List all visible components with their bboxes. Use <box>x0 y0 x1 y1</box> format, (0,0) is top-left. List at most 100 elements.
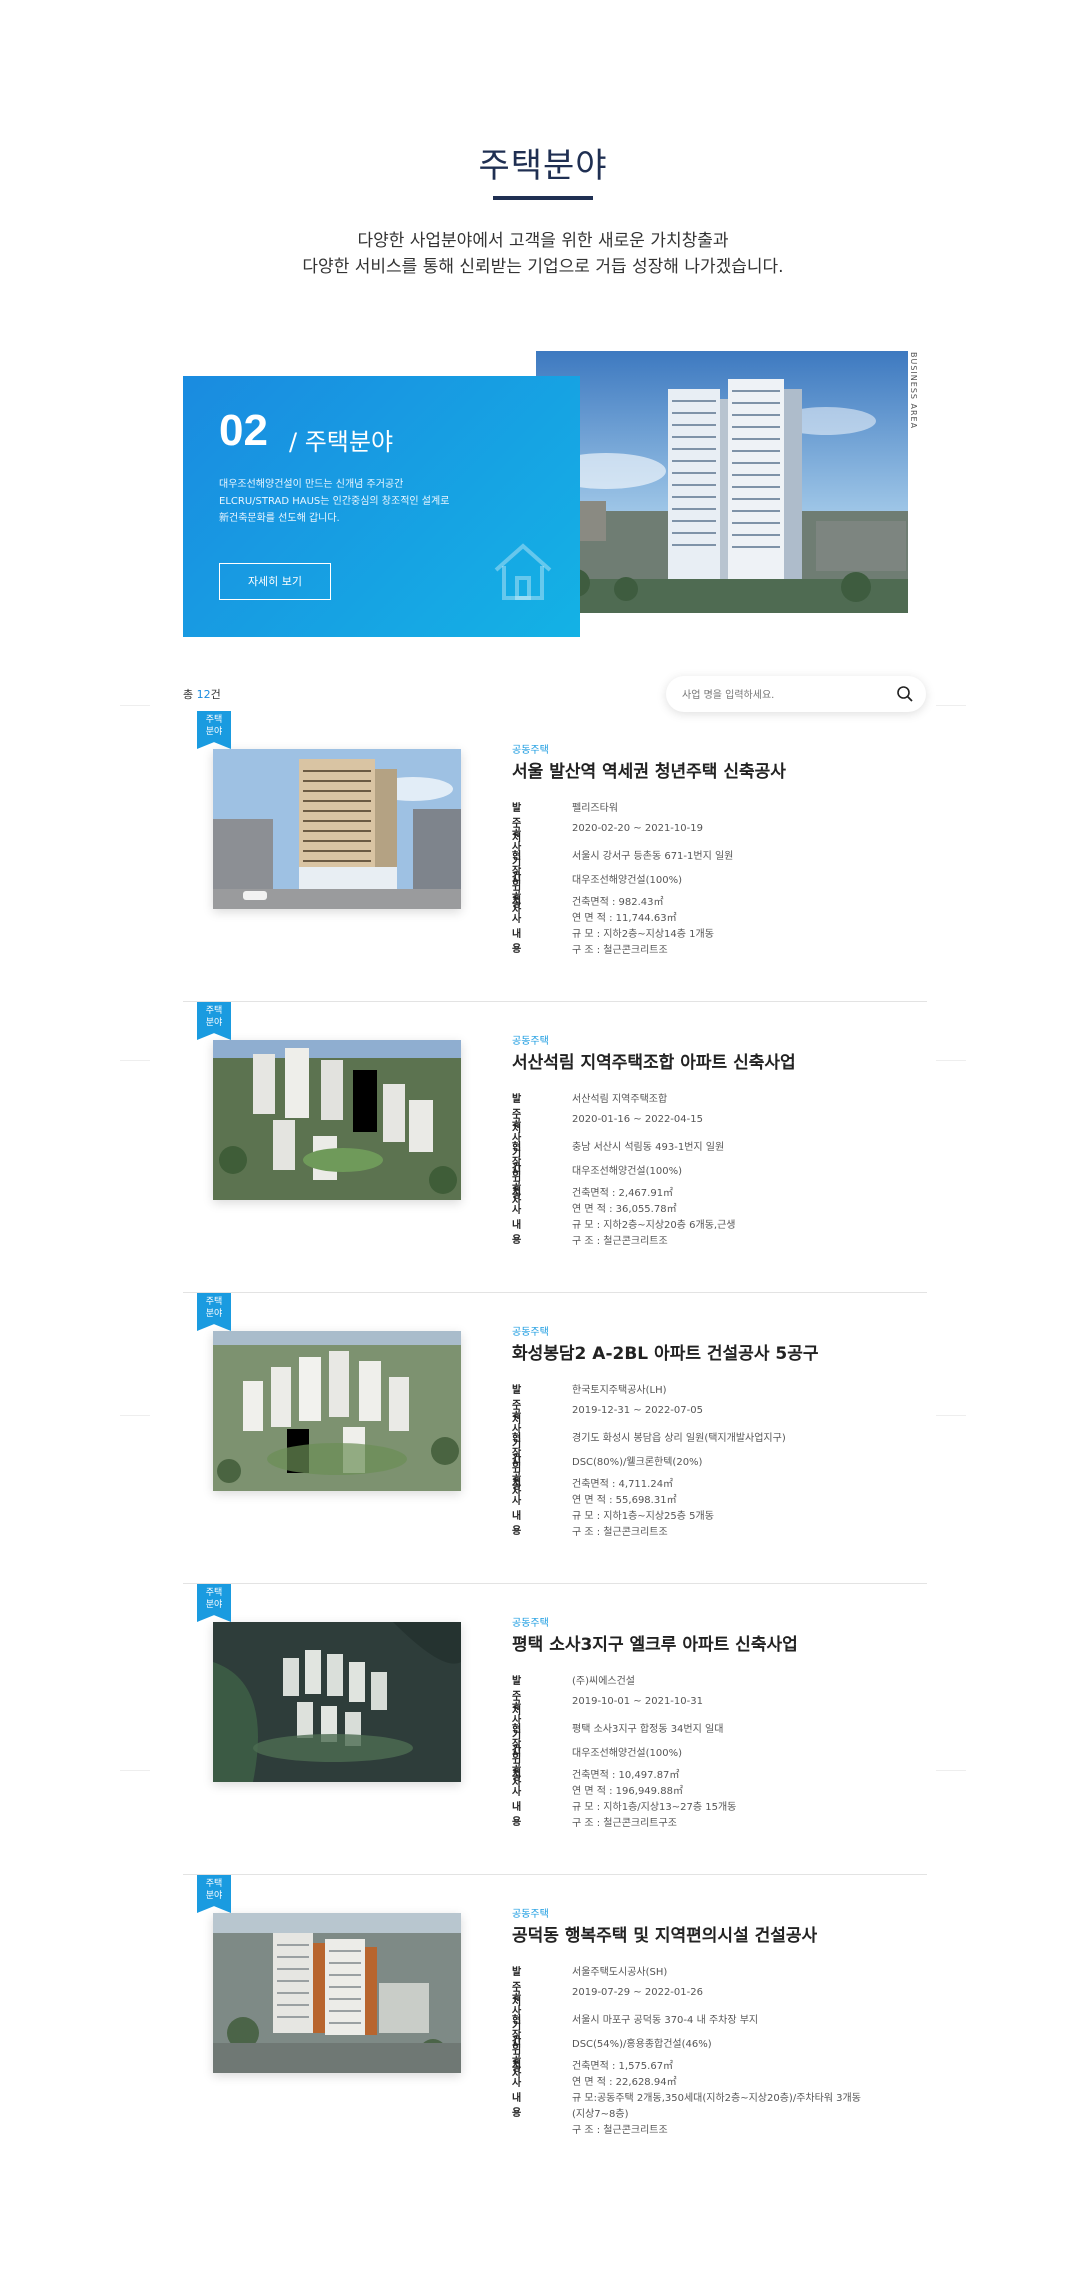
title-underline <box>493 196 593 200</box>
spec-line: 구 조 : 철근콘크리트구조 <box>572 1818 677 1829</box>
project-thumbnail[interactable] <box>213 1331 461 1491</box>
badge-line: 주택 <box>205 1297 223 1307</box>
spec-line: 규 모 : 지하1층~지상25층 5개동 <box>572 1511 714 1522</box>
value-owner: 서울주택도시공사(SH) <box>572 1967 668 1978</box>
value-contractor: DSC(80%)/웰크론한텍(20%) <box>572 1457 703 1468</box>
hero-number: 02 <box>219 406 268 455</box>
badge-line: 분야 <box>205 1600 223 1610</box>
value-site: 서울시 강서구 등촌동 671-1번지 일원 <box>572 851 734 862</box>
spec-line: 연 면 적 : 11,744.63㎡ <box>572 913 677 924</box>
badge-line: 주택 <box>205 1588 223 1598</box>
search-box <box>666 676 926 712</box>
spec-line: 연 면 적 : 196,949.88㎡ <box>572 1786 683 1797</box>
spec-line: 연 면 적 : 55,698.31㎡ <box>572 1495 677 1506</box>
subtitle-line: 다양한 서비스를 통해 신뢰받는 기업으로 거듭 성장해 나가겠습니다. <box>302 257 784 277</box>
category-badge: 주택분야 <box>197 1002 231 1040</box>
value-period: 2019-12-31 ~ 2022-07-05 <box>572 1405 703 1416</box>
category-badge: 주택분야 <box>197 1293 231 1331</box>
badge-line: 분야 <box>205 1891 223 1901</box>
side-line <box>120 1060 150 1061</box>
spec-line: 연 면 적 : 36,055.78㎡ <box>572 1204 677 1215</box>
value-contractor: 대우조선해양건설(100%) <box>572 1748 682 1759</box>
count-number: 12 <box>196 688 211 701</box>
label-content: 공사내용 <box>512 899 522 955</box>
project-title[interactable]: 화성봉담2 A-2BL 아파트 건설공사 5공구 <box>512 1339 818 1364</box>
project-kicker: 공동주택 <box>512 1618 549 1629</box>
hero-desc-line: 대우조선해양건설이 만드는 신개념 주거공간 <box>219 479 404 490</box>
badge-line: 주택 <box>205 1879 223 1889</box>
project-kicker: 공동주택 <box>512 745 549 756</box>
view-more-button[interactable]: 자세히 보기 <box>219 563 331 600</box>
value-contractor: 대우조선해양건설(100%) <box>572 875 682 886</box>
spec-line: (지상7~8층) <box>572 2109 629 2120</box>
project-item[interactable]: 주택 분야 공동주택 화성봉담2 A-2BL 아파트 건설공사 5공구 발주처 한국… <box>183 1293 927 1584</box>
hero-description: 대우조선해양건설이 만드는 신개념 주거공간 ELCRU/STRAD HAUS는… <box>219 476 519 527</box>
project-kicker: 공동주택 <box>512 1327 549 1338</box>
badge-line: 주택 <box>205 715 223 725</box>
value-contractor: DSC(54%)/홍용종합건설(46%) <box>572 2039 712 2050</box>
value-period: 2019-07-29 ~ 2022-01-26 <box>572 1987 703 1998</box>
badge-line: 분야 <box>205 1018 223 1028</box>
value-site: 평택 소사3지구 합정동 34번지 일대 <box>572 1724 724 1735</box>
badge-line: 주택 <box>205 1006 223 1016</box>
value-content: 건축면적 : 1,575.67㎡ 연 면 적 : 22,628.94㎡ 규 모:… <box>572 2059 861 2139</box>
spec-line: 건축면적 : 10,497.87㎡ <box>572 1770 680 1781</box>
project-title[interactable]: 서산석림 지역주택조합 아파트 신축사업 <box>512 1048 796 1073</box>
project-thumbnail[interactable] <box>213 1622 461 1782</box>
value-site: 서울시 마포구 공덕동 370-4 내 주차장 부지 <box>572 2015 759 2026</box>
side-line <box>936 705 966 706</box>
category-badge: 주택분야 <box>197 1584 231 1622</box>
project-thumbnail[interactable] <box>213 1913 461 2073</box>
total-count: 총 12건 <box>183 686 221 702</box>
value-period: 2020-01-16 ~ 2022-04-15 <box>572 1114 703 1125</box>
spec-line: 연 면 적 : 22,628.94㎡ <box>572 2077 677 2088</box>
value-period: 2020-02-20 ~ 2021-10-19 <box>572 823 703 834</box>
project-item[interactable]: 주택 분야 공동주택 공덕동 행복주택 및 지역편의시설 건설공사 발주처 서울주택… <box>183 1875 927 2166</box>
label-content: 공사내용 <box>512 2063 522 2119</box>
value-owner: (주)씨에스건설 <box>572 1676 636 1687</box>
category-badge: 주택분야 <box>197 1875 231 1913</box>
page-title: 주택분야 <box>478 146 608 186</box>
spec-line: 구 조 : 철근콘크리트조 <box>572 1236 668 1247</box>
search-icon[interactable] <box>896 685 914 703</box>
value-owner: 서산석림 지역주택조합 <box>572 1094 668 1105</box>
project-kicker: 공동주택 <box>512 1036 549 1047</box>
side-line <box>936 1415 966 1416</box>
project-title[interactable]: 서울 발산역 역세권 청년주택 신축공사 <box>512 757 786 782</box>
spec-line: 규 모 : 지하1층/지상13~27층 15개동 <box>572 1802 737 1813</box>
badge-line: 분야 <box>205 1309 223 1319</box>
value-period: 2019-10-01 ~ 2021-10-31 <box>572 1696 703 1707</box>
spec-line: 구 조 : 철근콘크리트조 <box>572 945 668 956</box>
hero-desc-line: ELCRU/STRAD HAUS는 인간중심의 창조적인 설계로 <box>219 496 450 507</box>
project-title[interactable]: 공덕동 행복주택 및 지역편의시설 건설공사 <box>512 1921 817 1946</box>
project-item[interactable]: 주택 분야 공동주택 서울 발산역 역세권 청년주택 신축공사 발주처 펠리즈타워 … <box>183 711 927 1002</box>
spec-line: 건축면적 : 982.43㎡ <box>572 897 664 908</box>
value-content: 건축면적 : 4,711.24㎡ 연 면 적 : 55,698.31㎡ 규 모 … <box>572 1477 714 1541</box>
count-prefix: 총 <box>183 688 197 701</box>
search-input[interactable] <box>680 685 884 705</box>
label-content: 공사내용 <box>512 1190 522 1246</box>
spec-line: 규 모 : 지하2층~지상14층 1개동 <box>572 929 714 940</box>
category-badge: 주택분야 <box>197 711 231 749</box>
spec-line: 규 모 : 지하2층~지상20층 6개동,근생 <box>572 1220 736 1231</box>
project-thumbnail[interactable] <box>213 749 461 909</box>
project-item[interactable]: 주택 분야 공동주택 평택 소사3지구 엘크루 아파트 신축사업 발주처 (주)씨에… <box>183 1584 927 1875</box>
value-content: 건축면적 : 10,497.87㎡ 연 면 적 : 196,949.88㎡ 규 … <box>572 1768 736 1832</box>
value-site: 경기도 화성시 봉담읍 상리 일원(택지개발사업지구) <box>572 1433 786 1444</box>
count-suffix: 건 <box>210 688 221 701</box>
project-title[interactable]: 평택 소사3지구 엘크루 아파트 신축사업 <box>512 1630 798 1655</box>
value-owner: 한국토지주택공사(LH) <box>572 1385 667 1396</box>
project-thumbnail[interactable] <box>213 1040 461 1200</box>
badge-line: 분야 <box>205 727 223 737</box>
value-site: 충남 서산시 석림동 493-1번지 일원 <box>572 1142 725 1153</box>
subtitle-line: 다양한 사업분야에서 고객을 위한 새로운 가치창출과 <box>357 231 729 251</box>
page-subtitle: 다양한 사업분야에서 고객을 위한 새로운 가치창출과 다양한 서비스를 통해 … <box>0 228 1086 280</box>
label-content: 공사내용 <box>512 1772 522 1828</box>
side-line <box>120 705 150 706</box>
spec-line: 건축면적 : 4,711.24㎡ <box>572 1479 674 1490</box>
spec-line: 건축면적 : 1,575.67㎡ <box>572 2061 674 2072</box>
project-kicker: 공동주택 <box>512 1909 549 1920</box>
spec-line: 구 조 : 철근콘크리트조 <box>572 1527 668 1538</box>
project-item[interactable]: 주택 분야 공동주택 서산석림 지역주택조합 아파트 신축사업 발주처 서산석림 지… <box>183 1002 927 1293</box>
hero-building-image <box>536 351 908 613</box>
